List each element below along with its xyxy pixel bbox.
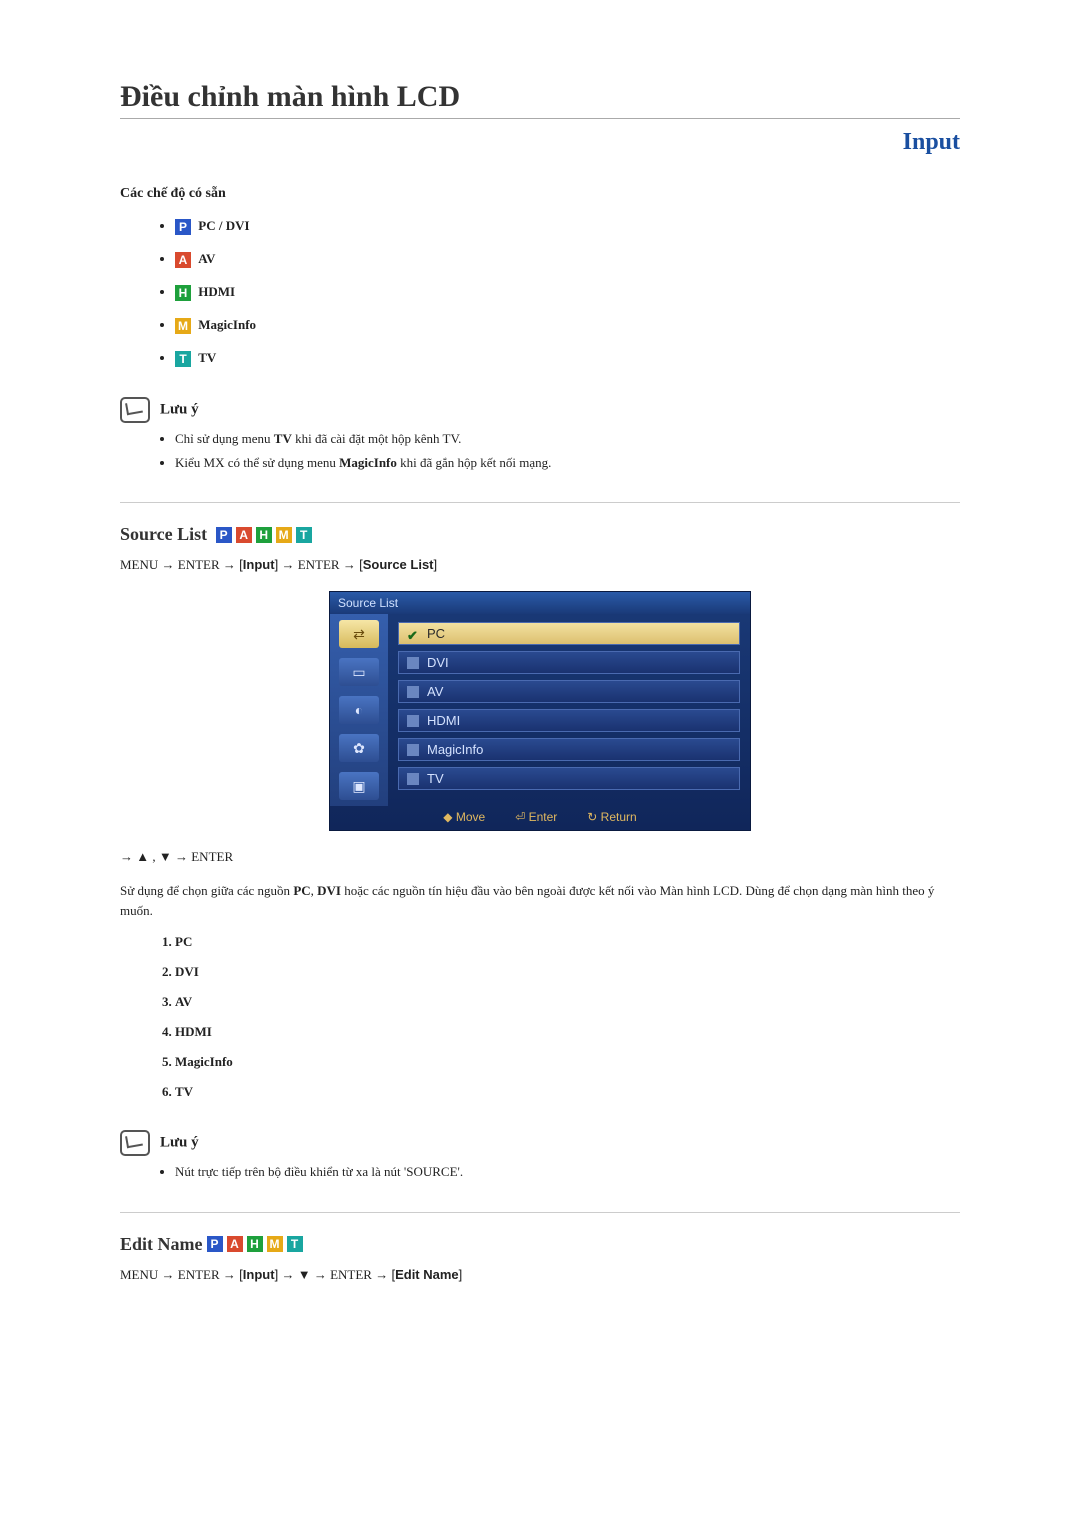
osd-tab-input-icon: ⇄ <box>339 620 379 648</box>
mode-tv: T TV <box>175 350 960 367</box>
osd-footer-enter: ⏎ Enter <box>515 810 557 824</box>
osd-item-pc: ✔PC <box>398 622 740 645</box>
list-item: MagicInfo <box>175 1054 960 1070</box>
list-item: PC <box>175 934 960 950</box>
nav-path-source-list: MENU → ENTER → [Input] → ENTER → [Source… <box>120 557 960 573</box>
badge-p-icon: P <box>207 1236 223 1252</box>
modes-list: P PC / DVI A AV H HDMI M MagicInfo T TV <box>120 218 960 367</box>
note-block-2: Lưu ý Nút trực tiếp trên bộ điều khiển t… <box>120 1130 960 1182</box>
note-icon <box>120 397 150 423</box>
osd-item-hdmi: HDMI <box>398 709 740 732</box>
osd-main: ✔PC DVI AV HDMI MagicInfo TV <box>388 614 750 806</box>
badge-a-icon: A <box>175 252 191 268</box>
osd-item-tv: TV <box>398 767 740 790</box>
badge-m-icon: M <box>175 318 191 334</box>
badge-h-icon: H <box>256 527 272 543</box>
note-title: Lưu ý <box>160 1135 199 1151</box>
osd-tab-picture-icon: ▭ <box>339 658 379 686</box>
note-block-1: Lưu ý Chỉ sử dụng menu TV khi đã cài đặt… <box>120 397 960 472</box>
list-item: DVI <box>175 964 960 980</box>
osd-tab-multi-icon: ▣ <box>339 772 379 800</box>
source-order-list: PC DVI AV HDMI MagicInfo TV <box>120 934 960 1100</box>
list-item: HDMI <box>175 1024 960 1040</box>
note-icon <box>120 1130 150 1156</box>
osd-source-list: Source List ⇄ ▭ ◐ ✿ ▣ ✔PC DVI AV HDMI Ma… <box>329 591 751 831</box>
osd-footer-return: ↻ Return <box>587 810 636 824</box>
mode-hdmi: H HDMI <box>175 284 960 301</box>
badge-m-icon: M <box>276 527 292 543</box>
note-item: Chỉ sử dụng menu TV khi đã cài đặt một h… <box>175 429 960 449</box>
nav-arrows: → ▲ , ▼ → ENTER <box>120 849 960 865</box>
osd-footer-move: ◆ Move <box>443 810 485 824</box>
osd-tab-setup-icon: ✿ <box>339 734 379 762</box>
osd-sidebar: ⇄ ▭ ◐ ✿ ▣ <box>330 614 388 806</box>
note-item: Kiểu MX có thể sử dụng menu MagicInfo kh… <box>175 453 960 473</box>
badge-a-icon: A <box>236 527 252 543</box>
osd-header: Source List <box>330 592 750 614</box>
modes-heading: Các chế độ có sẵn <box>120 186 960 202</box>
badge-h-icon: H <box>247 1236 263 1252</box>
section-input-title: Input <box>120 129 960 156</box>
source-list-description: Sử dụng để chọn giữa các nguồn PC, DVI h… <box>120 881 960 920</box>
badge-t-icon: T <box>175 351 191 367</box>
osd-footer: ◆ Move ⏎ Enter ↻ Return <box>330 806 750 830</box>
badge-h-icon: H <box>175 285 191 301</box>
nav-path-edit-name: MENU → ENTER → [Input] → ▼ → ENTER → [Ed… <box>120 1267 960 1283</box>
source-list-heading: Source List PAHMT <box>120 523 960 545</box>
mode-magicinfo: M MagicInfo <box>175 317 960 334</box>
badge-a-icon: A <box>227 1236 243 1252</box>
osd-item-magicinfo: MagicInfo <box>398 738 740 761</box>
mode-av: A AV <box>175 251 960 268</box>
badge-p-icon: P <box>175 219 191 235</box>
badge-p-icon: P <box>216 527 232 543</box>
osd-item-dvi: DVI <box>398 651 740 674</box>
separator <box>120 1212 960 1213</box>
edit-name-heading: Edit Name PAHMT <box>120 1233 960 1255</box>
badge-m-icon: M <box>267 1236 283 1252</box>
badge-t-icon: T <box>296 527 312 543</box>
badge-t-icon: T <box>287 1236 303 1252</box>
separator <box>120 502 960 503</box>
mode-pc-dvi: P PC / DVI <box>175 218 960 235</box>
osd-tab-sound-icon: ◐ <box>339 696 379 724</box>
note-item: Nút trực tiếp trên bộ điều khiển từ xa l… <box>175 1162 960 1182</box>
osd-item-av: AV <box>398 680 740 703</box>
page-title: Điều chỉnh màn hình LCD <box>120 80 960 119</box>
note-title: Lưu ý <box>160 402 199 418</box>
list-item: TV <box>175 1084 960 1100</box>
list-item: AV <box>175 994 960 1010</box>
